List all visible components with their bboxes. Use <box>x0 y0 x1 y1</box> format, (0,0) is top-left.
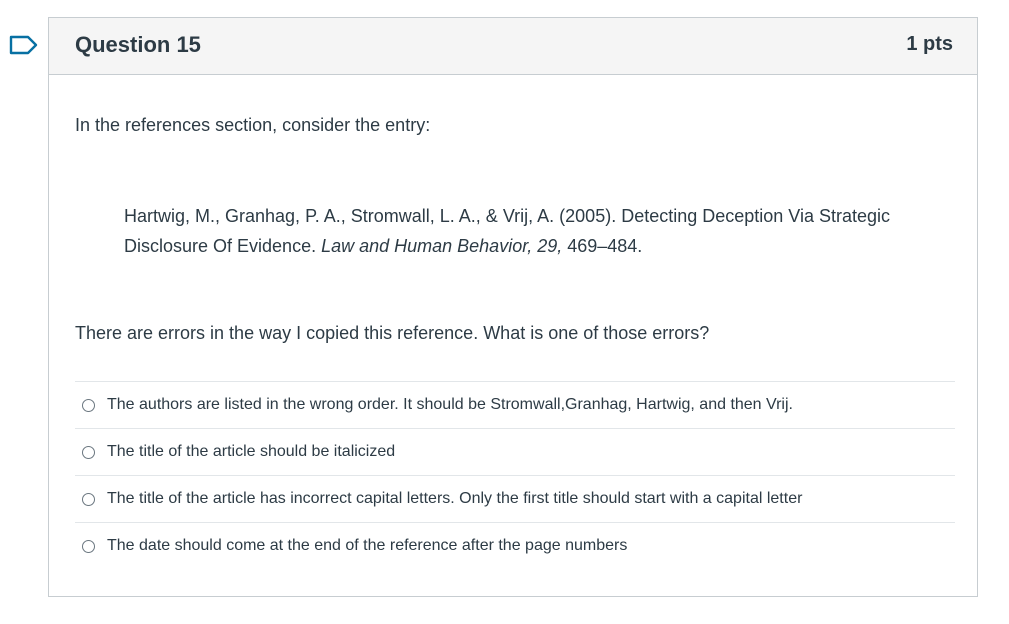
question-prompt: There are errors in the way I copied thi… <box>75 323 710 343</box>
reference-journal: Law and Human Behavior, 29, <box>321 236 563 256</box>
answer-label[interactable]: The date should come at the end of the r… <box>107 537 627 555</box>
question-title: Question 15 <box>75 32 201 57</box>
radio-button[interactable] <box>82 539 95 553</box>
bookmark-flag-icon[interactable] <box>8 34 40 56</box>
answer-label[interactable]: The authors are listed in the wrong orde… <box>107 396 793 414</box>
reference-pages: 469–484. <box>562 236 643 256</box>
question-intro: In the references section, consider the … <box>75 115 431 135</box>
answer-option[interactable]: The title of the article has incorrect c… <box>75 475 955 522</box>
reference-entry: Hartwig, M., Granhag, P. A., Stromwall, … <box>124 201 904 261</box>
answer-option[interactable]: The authors are listed in the wrong orde… <box>75 381 955 428</box>
radio-button[interactable] <box>82 398 95 412</box>
radio-button[interactable] <box>82 492 95 506</box>
radio-button[interactable] <box>82 445 95 459</box>
question-card: Question 15 1 pts In the references sect… <box>48 17 978 597</box>
question-header: Question 15 1 pts <box>49 18 977 75</box>
answer-label[interactable]: The title of the article has incorrect c… <box>107 490 802 508</box>
answer-option[interactable]: The date should come at the end of the r… <box>75 522 955 569</box>
answer-list: The authors are listed in the wrong orde… <box>75 381 955 569</box>
question-points: 1 pts <box>906 33 953 55</box>
answer-option[interactable]: The title of the article should be itali… <box>75 428 955 475</box>
answer-label[interactable]: The title of the article should be itali… <box>107 443 395 461</box>
